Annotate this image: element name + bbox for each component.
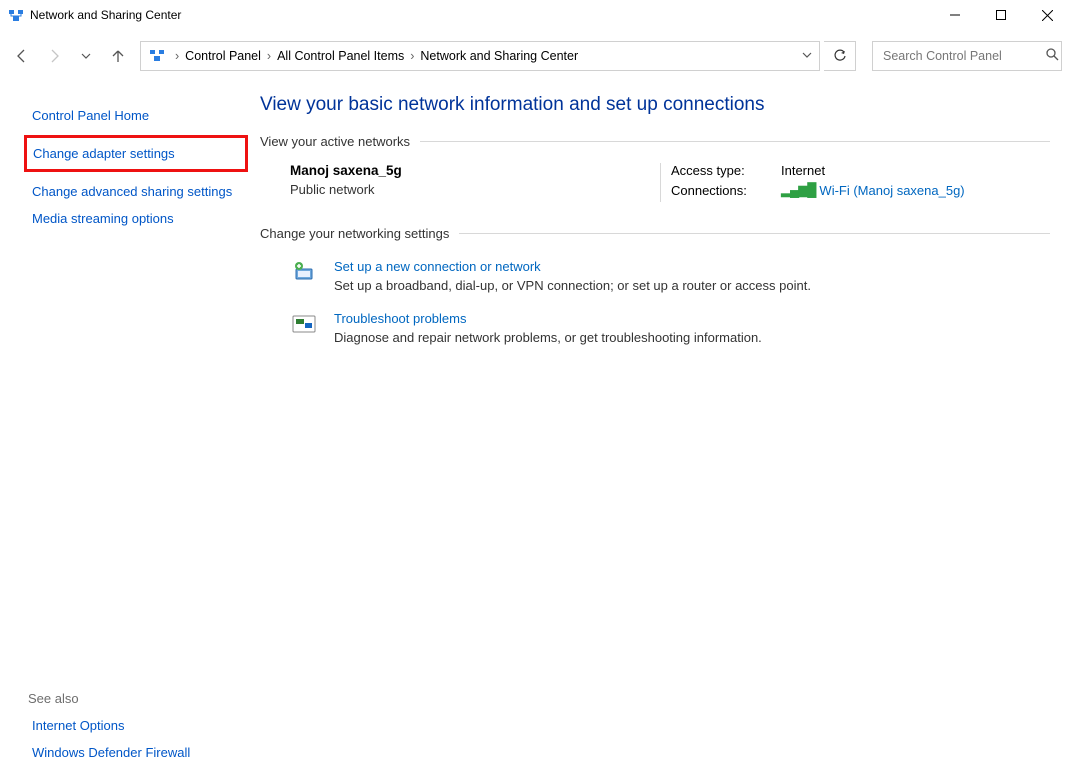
setup-connection-desc: Set up a broadband, dial-up, or VPN conn… <box>334 278 811 293</box>
connection-link[interactable]: Wi-Fi (Manoj saxena_5g) <box>819 183 964 198</box>
troubleshoot-icon <box>290 311 318 339</box>
divider <box>459 233 1050 234</box>
chevron-right-icon[interactable]: › <box>173 49 181 63</box>
task-setup-connection: Set up a new connection or network Set u… <box>260 249 1050 301</box>
sidebar: Control Panel Home Change adapter settin… <box>0 74 260 778</box>
back-button[interactable] <box>8 42 36 70</box>
page-title: View your basic network information and … <box>260 94 1050 116</box>
task-troubleshoot: Troubleshoot problems Diagnose and repai… <box>260 301 1050 353</box>
chevron-right-icon[interactable]: › <box>408 49 416 63</box>
search-icon[interactable] <box>1046 48 1059 64</box>
active-networks-heading: View your active networks <box>260 134 420 149</box>
network-name: Manoj saxena_5g <box>290 163 650 178</box>
refresh-button[interactable] <box>824 41 856 71</box>
sidebar-link-media-streaming[interactable]: Media streaming options <box>28 205 244 232</box>
window-title: Network and Sharing Center <box>30 8 181 22</box>
toolbar: › Control Panel › All Control Panel Item… <box>0 38 1070 74</box>
minimize-button[interactable] <box>932 0 978 30</box>
close-button[interactable] <box>1024 0 1070 30</box>
window-titlebar: Network and Sharing Center <box>0 0 1070 30</box>
breadcrumb-item[interactable]: All Control Panel Items <box>273 49 408 63</box>
address-bar[interactable]: › Control Panel › All Control Panel Item… <box>140 41 820 71</box>
sidebar-link-home[interactable]: Control Panel Home <box>28 102 244 129</box>
recent-locations-button[interactable] <box>72 42 100 70</box>
change-settings-heading: Change your networking settings <box>260 226 459 241</box>
network-type: Public network <box>290 182 650 197</box>
sidebar-link-adapter-settings[interactable]: Change adapter settings <box>24 135 248 172</box>
search-input[interactable] <box>881 48 1046 64</box>
address-dropdown-button[interactable] <box>795 49 819 63</box>
troubleshoot-desc: Diagnose and repair network problems, or… <box>334 330 762 345</box>
divider <box>420 141 1050 142</box>
setup-connection-icon <box>290 259 318 287</box>
up-button[interactable] <box>104 42 132 70</box>
address-icon <box>149 47 169 66</box>
forward-button[interactable] <box>40 42 68 70</box>
divider <box>660 163 661 202</box>
breadcrumb-item[interactable]: Network and Sharing Center <box>416 49 582 63</box>
access-type-value: Internet <box>781 163 825 178</box>
wifi-signal-icon: ▂▄▆█ <box>781 182 815 198</box>
access-type-label: Access type: <box>671 163 781 178</box>
chevron-right-icon[interactable]: › <box>265 49 273 63</box>
main-content: View your basic network information and … <box>260 74 1070 778</box>
setup-connection-link[interactable]: Set up a new connection or network <box>334 259 811 274</box>
connections-label: Connections: <box>671 183 781 198</box>
active-network-row: Manoj saxena_5g Public network Access ty… <box>260 157 1050 216</box>
app-icon <box>8 7 24 23</box>
see-also-firewall[interactable]: Windows Defender Firewall <box>28 739 244 766</box>
sidebar-link-advanced-sharing[interactable]: Change advanced sharing settings <box>28 178 244 205</box>
breadcrumb-item[interactable]: Control Panel <box>181 49 265 63</box>
search-box[interactable] <box>872 41 1062 71</box>
maximize-button[interactable] <box>978 0 1024 30</box>
troubleshoot-link[interactable]: Troubleshoot problems <box>334 311 762 326</box>
see-also-internet-options[interactable]: Internet Options <box>28 712 244 739</box>
see-also-heading: See also <box>28 691 244 712</box>
